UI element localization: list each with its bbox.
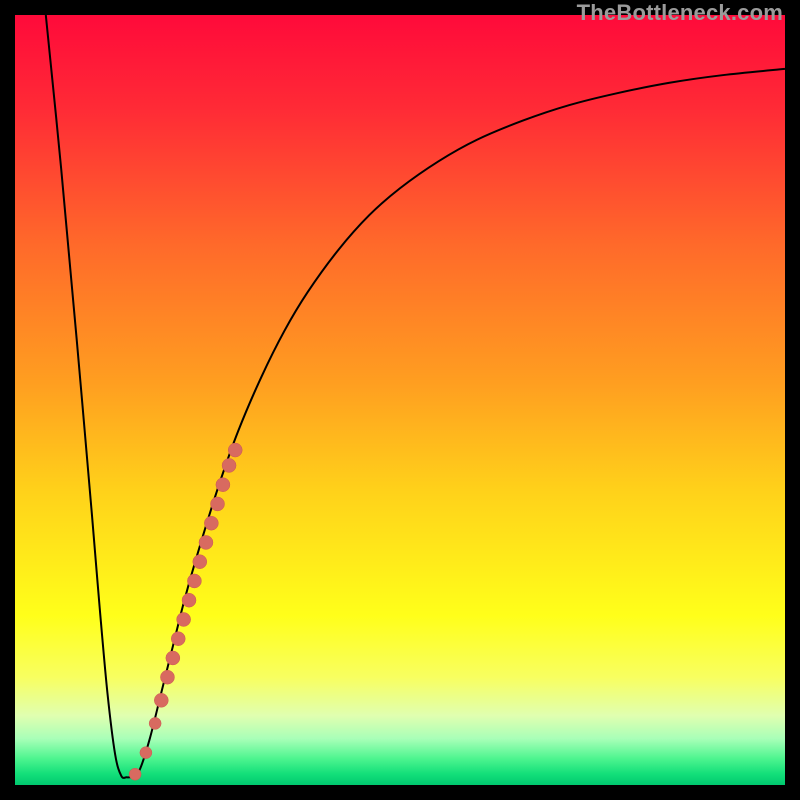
bottleneck-chart bbox=[15, 15, 785, 785]
data-dot bbox=[187, 574, 201, 588]
data-dot bbox=[222, 458, 236, 472]
data-dot bbox=[166, 651, 180, 665]
data-dot bbox=[177, 612, 191, 626]
data-dot bbox=[129, 768, 141, 780]
data-dot bbox=[204, 516, 218, 530]
data-dot bbox=[182, 593, 196, 607]
data-dot bbox=[193, 555, 207, 569]
data-dot bbox=[216, 478, 230, 492]
data-dot bbox=[140, 747, 152, 759]
data-dot bbox=[228, 443, 242, 457]
chart-frame bbox=[15, 15, 785, 785]
data-dot bbox=[160, 670, 174, 684]
data-dot bbox=[149, 717, 161, 729]
data-dot bbox=[171, 632, 185, 646]
data-dot bbox=[154, 693, 168, 707]
data-dot bbox=[211, 497, 225, 511]
watermark-text: TheBottleneck.com bbox=[577, 0, 783, 26]
gradient-background bbox=[15, 15, 785, 785]
data-dot bbox=[199, 535, 213, 549]
